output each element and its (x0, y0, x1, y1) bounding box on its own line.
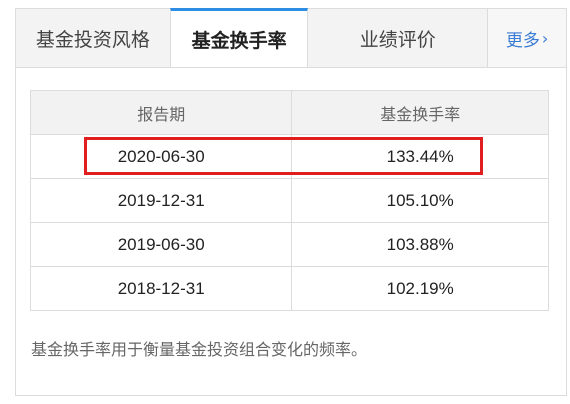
turnover-value-cell: 102.19% (291, 266, 549, 311)
more-link[interactable]: 更多 › (488, 9, 566, 67)
turnover-value-cell: 133.44% (291, 134, 549, 179)
tab-turnover-rate[interactable]: 基金换手率 (169, 8, 309, 67)
header-report-period: 报告期 (29, 90, 293, 135)
turnover-value-cell: 105.10% (291, 178, 549, 223)
report-date-cell: 2019-06-30 (29, 222, 293, 267)
tab-performance-evaluation[interactable]: 业绩评价 (308, 9, 489, 67)
table-header-row: 报告期 基金换手率 (29, 90, 549, 135)
report-date-cell: 2020-06-30 (29, 134, 293, 179)
table-row: 2019-06-30 103.88% (29, 222, 549, 267)
chevron-right-icon: › (541, 28, 549, 48)
more-label: 更多 (505, 30, 540, 51)
turnover-note: 基金换手率用于衡量基金投资组合变化的频率。 (31, 340, 368, 359)
table-row: 2018-12-31 102.19% (29, 266, 549, 311)
report-date-cell: 2018-12-31 (29, 266, 293, 311)
table-row: 2019-12-31 105.10% (29, 178, 549, 223)
turnover-table: 报告期 基金换手率 2020-06-30 133.44% 2019-12-31 … (29, 90, 549, 311)
tab-investment-style[interactable]: 基金投资风格 (16, 9, 171, 67)
header-turnover-rate: 基金换手率 (291, 90, 549, 135)
report-date-cell: 2019-12-31 (29, 178, 293, 223)
table-row: 2020-06-30 133.44% (29, 134, 549, 179)
turnover-value-cell: 103.88% (291, 222, 549, 267)
tab-bar: 基金投资风格 基金换手率 业绩评价 更多 › (15, 8, 567, 68)
